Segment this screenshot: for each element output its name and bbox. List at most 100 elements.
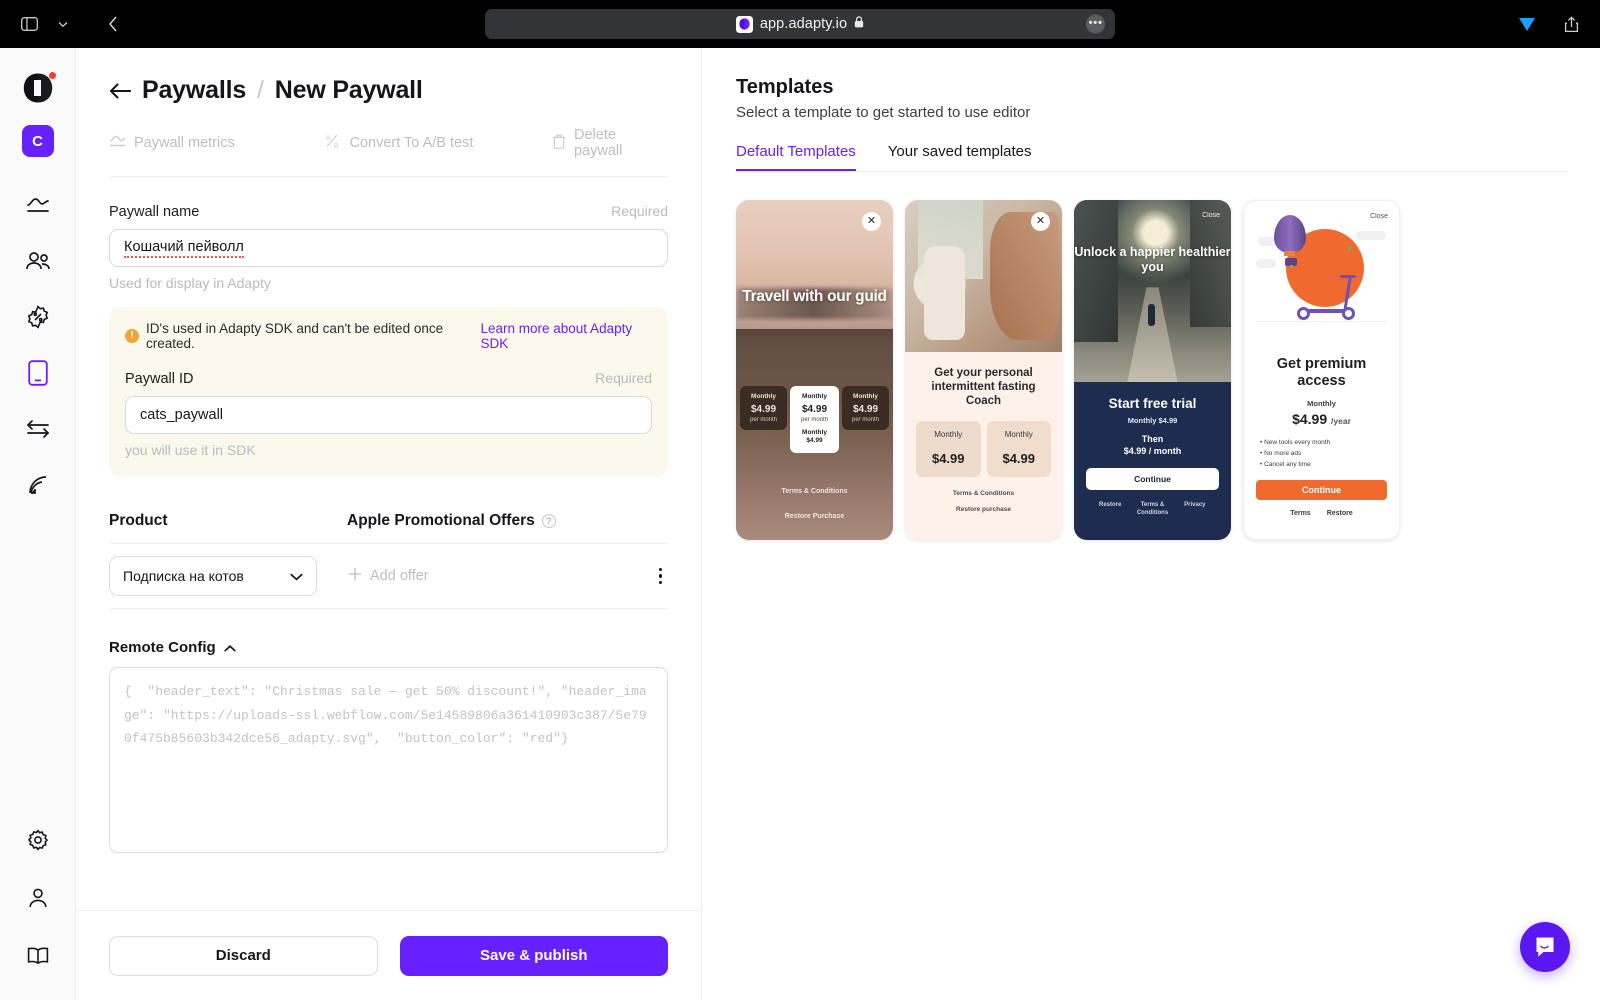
paywall-metrics-label: Paywall metrics (134, 135, 235, 151)
price-value: $4.99 (750, 404, 777, 415)
browser-back-icon[interactable] (98, 9, 128, 39)
price-label: Monthly (853, 393, 878, 400)
premium-illustration (1244, 201, 1399, 356)
price-period: per month (749, 417, 777, 423)
remote-config-header[interactable]: Remote Config (109, 639, 668, 656)
paywall-action-row: Paywall metrics A B Convert To A/B test (109, 127, 668, 177)
breadcrumb-parent[interactable]: Paywalls (142, 76, 246, 105)
price-option[interactable]: Monthly $4.99 (916, 421, 981, 477)
events-broadcast-icon[interactable] (16, 463, 60, 507)
chevron-down-icon (290, 568, 303, 584)
integrations-arrows-icon[interactable] (16, 407, 60, 451)
warning-icon: ! (125, 329, 139, 343)
convert-ab-test-label: Convert To A/B test (349, 135, 474, 151)
remote-config-title: Remote Config (109, 639, 216, 656)
lock-icon (854, 15, 864, 33)
close-icon[interactable]: ✕ (1031, 212, 1050, 231)
template-card-fasting[interactable]: ✕ Get your personal intermittent fasting… (905, 200, 1062, 540)
address-bar[interactable]: app.adapty.io ••• (485, 9, 1115, 39)
analytics-chart-icon[interactable] (16, 183, 60, 227)
product-select[interactable]: Подписка на котов (109, 556, 317, 596)
adapty-logo-icon[interactable] (21, 72, 56, 109)
avatar[interactable]: C (21, 125, 54, 157)
address-bar-more-button[interactable]: ••• (1086, 14, 1105, 34)
templates-tabs: Default Templates Your saved templates (736, 143, 1566, 172)
paywall-id-value: cats_paywall (140, 407, 224, 423)
template-card-premium-access[interactable]: Close Get premium access Monthly $4.99 /… (1243, 200, 1400, 540)
paywall-name-label: Paywall name (109, 204, 200, 220)
book-icon[interactable] (16, 934, 60, 978)
sidebar-toggle-icon[interactable] (14, 9, 44, 39)
delete-paywall-button[interactable]: Delete paywall (552, 127, 668, 159)
continue-button[interactable]: Continue (1256, 480, 1387, 500)
paywall-id-required: Required (595, 370, 652, 386)
svg-text:A: A (325, 133, 330, 142)
page-title: New Paywall (274, 76, 423, 104)
users-icon[interactable] (16, 239, 60, 283)
close-icon[interactable]: ✕ (862, 212, 881, 231)
terms-link[interactable]: Terms & Conditions (916, 490, 1051, 497)
discard-button[interactable]: Discard (109, 935, 378, 976)
rail-bottom-group (16, 818, 60, 978)
templates-panel: Templates Select a template to get start… (702, 48, 1600, 1000)
arrow-left-icon[interactable] (109, 82, 131, 99)
gear-icon[interactable] (16, 818, 60, 862)
add-offer-button[interactable]: Add offer (348, 567, 429, 585)
close-label[interactable]: Close (1202, 212, 1220, 219)
terms-link[interactable]: Terms (1290, 510, 1311, 517)
mobile-paywall-icon[interactable] (16, 351, 60, 395)
travel-price-group: Monthly $4.99 per month Monthly $4.99 pe… (736, 386, 893, 453)
price-sub-value: $4.99 (806, 437, 823, 444)
then-label: Then (1141, 434, 1164, 444)
notice-link[interactable]: Learn more about Adapty SDK (480, 321, 652, 351)
restore-link[interactable]: Restore (1089, 501, 1131, 517)
footer-links: Restore Terms & Conditions Privacy (1086, 501, 1219, 517)
restore-link[interactable]: Restore purchase (916, 506, 1051, 513)
price-option[interactable]: Monthly $4.99 per month (740, 386, 787, 430)
question-mark-icon[interactable]: ? (541, 514, 556, 528)
price-option[interactable]: Monthly $4.99 (986, 421, 1051, 477)
trial-heading: Start free trial (1108, 396, 1197, 411)
paywall-id-notice-card: ! ID's used in Adapty SDK and can't be e… (109, 307, 668, 476)
remote-config-textarea[interactable]: { "header_text": "Christmas sale — get 5… (109, 667, 668, 853)
vimeo-extension-icon[interactable] (1512, 9, 1542, 39)
line-chart-icon (109, 134, 126, 152)
chevron-down-icon[interactable] (48, 9, 78, 39)
price-value: $4.99 (852, 404, 879, 415)
paywall-metrics-button[interactable]: Paywall metrics (109, 134, 325, 152)
price-sub-label: Monthly (802, 429, 827, 436)
privacy-link[interactable]: Privacy (1174, 501, 1216, 517)
close-label[interactable]: Close (1370, 213, 1388, 220)
ab-test-icon: A B (325, 133, 342, 153)
convert-ab-test-button[interactable]: A B Convert To A/B test (325, 133, 552, 153)
template-card-healthier-you[interactable]: Close Unlock a happier healthier you Sta… (1074, 200, 1231, 540)
templates-title: Templates (736, 76, 834, 98)
paywall-name-value: Кошачий пейволл (124, 239, 244, 258)
price-label: Monthly (751, 393, 776, 400)
footer-links: Terms Restore (1256, 510, 1387, 517)
price-option[interactable]: Monthly $4.99 per month Monthly $4.99 (790, 386, 839, 453)
user-icon[interactable] (16, 876, 60, 920)
tab-default-templates[interactable]: Default Templates (736, 143, 856, 171)
offers-column-header: Apple Promotional Offers ? (347, 512, 556, 530)
save-publish-button[interactable]: Save & publish (399, 935, 668, 976)
paywall-name-input[interactable]: Кошачий пейволл (109, 229, 668, 267)
chat-bubble-icon[interactable] (1520, 922, 1570, 972)
terms-link[interactable]: Terms & Conditions (736, 488, 893, 495)
paywall-name-label-row: Paywall name Required (109, 203, 668, 220)
premium-benefits: • New tools every month • No more ads • … (1256, 437, 1387, 470)
continue-button[interactable]: Continue (1086, 468, 1219, 490)
promo-percent-badge-icon[interactable] (16, 295, 60, 339)
share-icon[interactable] (1556, 9, 1586, 39)
more-vertical-icon[interactable] (653, 562, 669, 591)
terms-link[interactable]: Terms & Conditions (1131, 501, 1173, 517)
tab-your-saved-templates[interactable]: Your saved templates (888, 143, 1032, 171)
restore-link[interactable]: Restore Purchase (736, 513, 893, 520)
restore-link[interactable]: Restore (1327, 510, 1353, 517)
paywall-id-input[interactable]: cats_paywall (125, 396, 652, 434)
breadcrumb: Paywalls / New Paywall (109, 76, 668, 105)
notification-dot (48, 72, 56, 79)
trial-subtitle: Monthly $4.99 (1127, 416, 1178, 425)
price-option[interactable]: Monthly $4.99 per month (842, 386, 889, 430)
template-card-travel[interactable]: ✕ Travell with our guid Monthly $4.99 pe… (736, 200, 893, 540)
